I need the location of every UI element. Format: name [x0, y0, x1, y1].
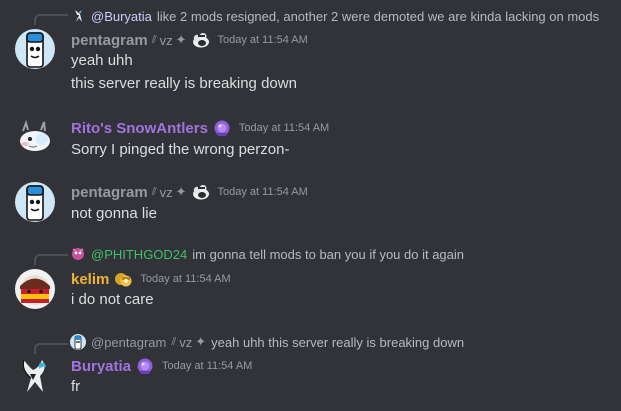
gold-badge-icon[interactable] [113, 270, 133, 288]
author-name[interactable]: pentagram [71, 184, 148, 201]
reply-preview[interactable]: @Buryatia like 2 mods resigned, another … [70, 7, 599, 25]
buryatia-avatar[interactable] [15, 356, 55, 396]
sheep-badge-icon[interactable] [191, 31, 211, 49]
reply-author-mention[interactable]: @Buryatia [91, 9, 152, 24]
clan-tag-text: vz [159, 32, 173, 48]
message-kelim: @PHITHGOD24 im gonna tell mods to ban yo… [0, 235, 621, 325]
tag-slash-icon: ⫽ [151, 33, 157, 46]
message-line-2: this server really is breaking down [71, 75, 297, 92]
pentagram-mini-avatar[interactable] [70, 334, 86, 350]
message-header: pentagram ⫽ vz ✦ Today at 11:54 AM [71, 30, 308, 50]
timestamp[interactable]: Today at 11:54 AM [239, 122, 329, 134]
message-header: pentagram ⫽ vz ✦ Today at 11:54 AM [71, 182, 308, 202]
message-header: Buryatia Today at 11:54 AM [71, 356, 252, 376]
phithgod-mini-avatar[interactable] [70, 246, 86, 262]
purple-guild-badge-icon[interactable] [212, 119, 232, 137]
message-line-1: not gonna lie [71, 205, 157, 222]
sparkle-icon: ✦ [175, 32, 187, 47]
clan-tag-text: vz [179, 334, 193, 350]
message-line-1: i do not care [71, 291, 154, 308]
pentagram-avatar[interactable] [15, 182, 55, 222]
message-line-1: fr [71, 378, 81, 395]
timestamp[interactable]: Today at 11:54 AM [218, 34, 308, 46]
pentagram-avatar[interactable] [15, 29, 55, 69]
reply-clan-tag[interactable]: ⫽ vz ✦ [171, 334, 206, 350]
message-line-1: yeah uhh [71, 52, 133, 69]
reply-spine [34, 343, 68, 354]
reply-text[interactable]: like 2 mods resigned, another 2 were dem… [157, 9, 599, 24]
tag-slash-icon: ⫽ [151, 185, 157, 198]
buryatia-mini-avatar[interactable] [70, 8, 86, 24]
timestamp[interactable]: Today at 11:54 AM [162, 360, 252, 372]
tag-slash-icon: ⫽ [171, 335, 177, 348]
message-pentagram-2: pentagram ⫽ vz ✦ Today at 11:54 AM not g… [0, 170, 621, 235]
kelim-avatar[interactable] [15, 269, 55, 309]
reply-spine [34, 14, 68, 25]
reply-preview[interactable]: @PHITHGOD24 im gonna tell mods to ban yo… [70, 245, 464, 263]
message-pentagram-1: @Buryatia like 2 mods resigned, another … [0, 0, 621, 105]
timestamp[interactable]: Today at 11:54 AM [218, 186, 308, 198]
message-rito: Rito's SnowAntlers Today at 11:54 AM Sor… [0, 105, 621, 170]
sparkle-icon: ✦ [175, 184, 187, 199]
sparkle-icon: ✦ [195, 334, 207, 349]
clan-tag[interactable]: ⫽ vz ✦ [152, 184, 187, 200]
clan-tag-text: vz [159, 184, 173, 200]
timestamp[interactable]: Today at 11:54 AM [140, 273, 230, 285]
author-name[interactable]: Rito's SnowAntlers [71, 120, 208, 137]
reply-text[interactable]: yeah uhh this server really is breaking … [211, 335, 464, 350]
message-header: Rito's SnowAntlers Today at 11:54 AM [71, 118, 329, 138]
purple-guild-badge-icon[interactable] [135, 357, 155, 375]
clan-tag[interactable]: ⫽ vz ✦ [152, 32, 187, 48]
message-buryatia: @pentagram ⫽ vz ✦ yeah uhh this server r… [0, 325, 621, 411]
message-header: kelim Today at 11:54 AM [71, 269, 231, 289]
reply-spine [34, 254, 68, 265]
author-name[interactable]: kelim [71, 271, 109, 288]
message-line-1: Sorry I pinged the wrong perzon- [71, 141, 290, 158]
author-name[interactable]: Buryatia [71, 358, 131, 375]
sheep-badge-icon[interactable] [191, 183, 211, 201]
reply-text[interactable]: im gonna tell mods to ban you if you do … [192, 247, 464, 262]
reply-preview[interactable]: @pentagram ⫽ vz ✦ yeah uhh this server r… [70, 333, 464, 351]
reply-author-mention[interactable]: @pentagram [91, 335, 166, 350]
author-name[interactable]: pentagram [71, 32, 148, 49]
rito-avatar[interactable] [15, 117, 55, 157]
reply-author-mention[interactable]: @PHITHGOD24 [91, 247, 187, 262]
